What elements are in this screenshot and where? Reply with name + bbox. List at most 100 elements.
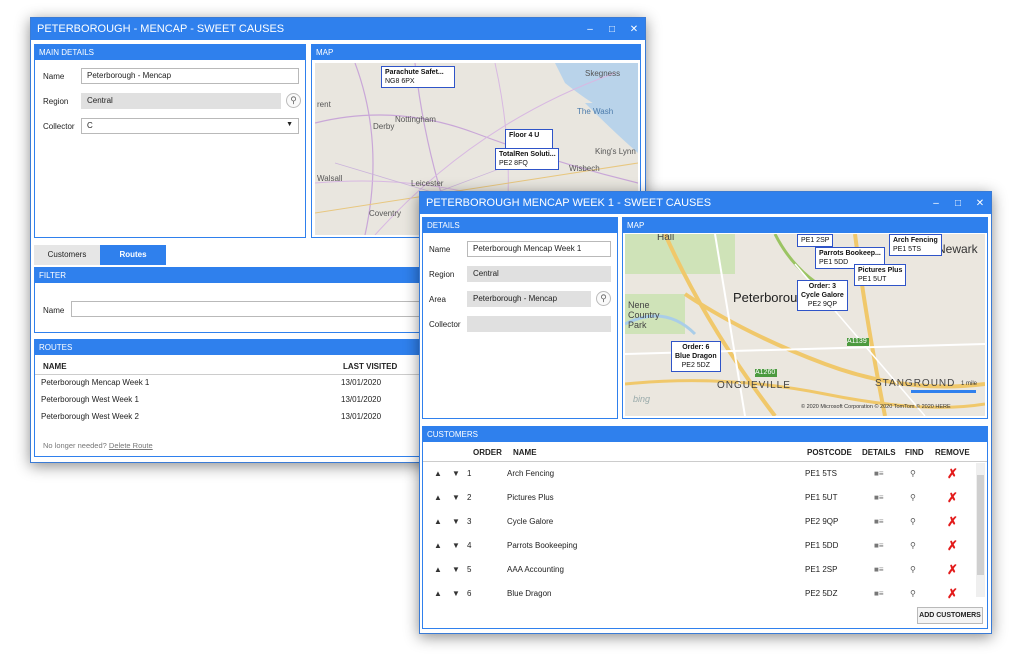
- move-up-icon[interactable]: ▲: [434, 565, 442, 574]
- map-place-label: Nene Country Park: [628, 300, 660, 330]
- remove-icon[interactable]: ✗: [947, 514, 958, 530]
- minimize-icon[interactable]: –: [579, 24, 601, 35]
- title-bar[interactable]: PETERBOROUGH MENCAP WEEK 1 - SWEET CAUSE…: [420, 192, 991, 214]
- region-label: Region: [429, 270, 455, 279]
- move-down-icon[interactable]: ▼: [452, 517, 460, 526]
- map-pin[interactable]: Floor 4 U: [505, 129, 553, 149]
- col-name: NAME: [43, 362, 67, 371]
- pin-postcode: PE1 5DD: [819, 259, 849, 266]
- move-down-icon[interactable]: ▼: [452, 469, 460, 478]
- remove-icon[interactable]: ✗: [947, 490, 958, 506]
- move-up-icon[interactable]: ▲: [434, 469, 442, 478]
- contact-card-icon[interactable]: ■≡: [874, 541, 884, 550]
- table-row[interactable]: ▲ ▼ 5 AAA Accounting PE1 2SP ■≡ ⚲ ✗: [423, 562, 987, 582]
- footer-text: No longer needed?: [43, 441, 107, 450]
- order-cell: 4: [467, 541, 472, 550]
- close-icon[interactable]: ✕: [969, 198, 991, 209]
- table-row[interactable]: ▲ ▼ 1 Arch Fencing PE1 5TS ■≡ ⚲ ✗: [423, 466, 987, 486]
- map-place-label: The Wash: [577, 107, 614, 116]
- maximize-icon[interactable]: □: [947, 198, 969, 209]
- remove-icon[interactable]: ✗: [947, 586, 958, 602]
- contact-card-icon[interactable]: ■≡: [874, 589, 884, 598]
- title-bar[interactable]: PETERBOROUGH - MENCAP - SWEET CAUSES – □…: [31, 18, 645, 40]
- name-input[interactable]: Peterborough - Mencap: [81, 68, 299, 84]
- map-view[interactable]: Hall Newark Peterborough Nene Country Pa…: [625, 234, 985, 416]
- contact-card-icon[interactable]: ■≡: [874, 469, 884, 478]
- search-icon[interactable]: ⚲: [910, 493, 916, 502]
- window-title: PETERBOROUGH MENCAP WEEK 1 - SWEET CAUSE…: [426, 197, 712, 209]
- move-down-icon[interactable]: ▼: [452, 589, 460, 598]
- table-row[interactable]: ▲ ▼ 6 Blue Dragon PE2 5DZ ■≡ ⚲ ✗: [423, 586, 987, 606]
- map-pin[interactable]: Order: 3 Cycle Galore PE2 9QP: [797, 280, 848, 311]
- remove-icon[interactable]: ✗: [947, 466, 958, 482]
- search-icon[interactable]: ⚲: [910, 541, 916, 550]
- contact-card-icon[interactable]: ■≡: [874, 565, 884, 574]
- order-cell: 2: [467, 493, 472, 502]
- col-details: DETAILS: [862, 448, 896, 457]
- search-icon[interactable]: ⚲: [910, 565, 916, 574]
- order-cell: 5: [467, 565, 472, 574]
- main-details-header: MAIN DETAILS: [35, 45, 305, 60]
- delete-route-footer: No longer needed? Delete Route: [43, 441, 153, 450]
- pin-postcode: PE2 5DZ: [681, 362, 711, 369]
- route-date: 13/01/2020: [341, 395, 382, 404]
- map-place-label: Skegness: [585, 69, 621, 78]
- search-icon[interactable]: ⚲: [910, 517, 916, 526]
- move-up-icon[interactable]: ▲: [434, 541, 442, 550]
- customers-header: CUSTOMERS: [423, 427, 987, 442]
- contact-card-icon[interactable]: ■≡: [874, 517, 884, 526]
- map-pin[interactable]: Order: 6 Blue Dragon PE2 5DZ: [671, 341, 721, 372]
- contact-card-icon[interactable]: ■≡: [874, 493, 884, 502]
- remove-icon[interactable]: ✗: [947, 562, 958, 578]
- search-icon[interactable]: ⚲: [910, 469, 916, 478]
- tab-strip: Customers Routes: [34, 245, 166, 265]
- col-remove: REMOVE: [935, 448, 970, 457]
- pin-postcode: PE1 5TS: [893, 246, 922, 253]
- col-last-visited: LAST VISITED: [343, 362, 398, 371]
- add-customers-button[interactable]: ADD CUSTOMERS: [917, 607, 983, 624]
- tab-customers[interactable]: Customers: [34, 245, 100, 265]
- postcode-cell: PE1 2SP: [805, 565, 838, 574]
- move-down-icon[interactable]: ▼: [452, 565, 460, 574]
- tab-routes[interactable]: Routes: [100, 245, 166, 265]
- collector-field: [467, 316, 611, 332]
- search-icon[interactable]: ⚲: [596, 291, 611, 306]
- filter-name-label: Name: [43, 306, 65, 315]
- map-pin[interactable]: PE1 2SP: [797, 234, 834, 247]
- pin-order: Order: 6: [682, 344, 710, 351]
- table-row[interactable]: ▲ ▼ 4 Parrots Bookeeping PE1 5DD ■≡ ⚲ ✗: [423, 538, 987, 558]
- move-down-icon[interactable]: ▼: [452, 493, 460, 502]
- move-down-icon[interactable]: ▼: [452, 541, 460, 550]
- map-pin[interactable]: Pictures Plus PE1 5UT: [854, 264, 907, 286]
- delete-route-link[interactable]: Delete Route: [109, 441, 153, 450]
- scrollbar-thumb[interactable]: [977, 475, 984, 575]
- pin-order: Order: 3: [808, 283, 837, 290]
- move-up-icon[interactable]: ▲: [434, 517, 442, 526]
- vertical-scrollbar[interactable]: [976, 463, 985, 597]
- pin-title: Parachute Safet...: [385, 69, 444, 76]
- search-icon[interactable]: ⚲: [910, 589, 916, 598]
- pin-title: TotalRen Soluti...: [499, 151, 556, 158]
- pin-title: Floor 4 U: [509, 132, 540, 139]
- map-pin[interactable]: Arch Fencing PE1 5TS: [889, 234, 942, 256]
- name-label: Name: [43, 72, 65, 81]
- table-row[interactable]: ▲ ▼ 2 Pictures Plus PE1 5UT ■≡ ⚲ ✗: [423, 490, 987, 510]
- name-input[interactable]: Peterborough Mencap Week 1: [467, 241, 611, 257]
- map-pin[interactable]: Parachute Safet... NG8 6PX: [381, 66, 455, 88]
- minimize-icon[interactable]: –: [925, 198, 947, 209]
- map-scale-label: 1 mile: [961, 381, 978, 387]
- postcode-cell: PE1 5TS: [805, 469, 838, 478]
- table-row[interactable]: ▲ ▼ 3 Cycle Galore PE2 9QP ■≡ ⚲ ✗: [423, 514, 987, 534]
- move-up-icon[interactable]: ▲: [434, 589, 442, 598]
- route-detail-window: PETERBOROUGH MENCAP WEEK 1 - SWEET CAUSE…: [419, 191, 992, 634]
- search-icon[interactable]: ⚲: [286, 93, 301, 108]
- maximize-icon[interactable]: □: [601, 24, 623, 35]
- close-icon[interactable]: ✕: [623, 24, 645, 35]
- move-up-icon[interactable]: ▲: [434, 493, 442, 502]
- map-pin[interactable]: TotalRen Soluti... PE2 8FQ: [495, 148, 559, 170]
- collector-select[interactable]: C ▼: [81, 118, 299, 134]
- customers-panel: CUSTOMERS ORDER NAME POSTCODE DETAILS FI…: [422, 426, 988, 629]
- pin-postcode: PE1 2SP: [801, 237, 830, 244]
- map-place-label: Nottingham: [395, 115, 436, 124]
- remove-icon[interactable]: ✗: [947, 538, 958, 554]
